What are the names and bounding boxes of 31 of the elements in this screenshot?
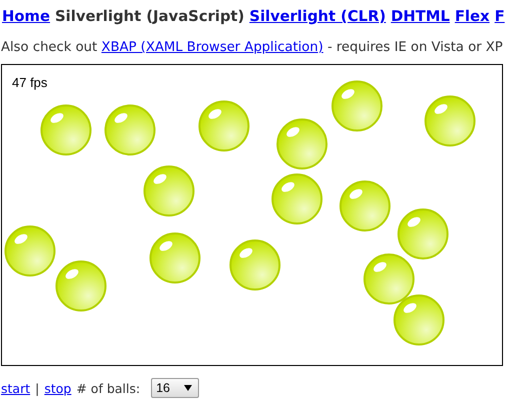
stop-link[interactable]: stop	[44, 380, 72, 396]
ball	[364, 254, 414, 304]
ball	[332, 80, 382, 132]
ball	[198, 100, 250, 152]
ball	[104, 104, 156, 156]
xbap-link[interactable]: XBAP (XAML Browser Application)	[101, 40, 324, 55]
ball	[340, 180, 390, 232]
balls-dropdown[interactable]: 16	[151, 378, 199, 398]
nav-link[interactable]: Home	[2, 8, 50, 30]
ball	[230, 240, 280, 290]
nav-link[interactable]: DHTML	[390, 8, 450, 30]
ball	[150, 232, 200, 284]
nav-link[interactable]: Silverlight (CLR)	[249, 8, 386, 30]
start-link[interactable]: start	[1, 380, 30, 396]
ball	[272, 174, 322, 224]
ball	[276, 118, 328, 170]
nav-link[interactable]: Flex	[454, 8, 490, 30]
ball	[424, 96, 476, 146]
current-page-label: Silverlight (JavaScript)	[55, 8, 244, 27]
separator: |	[35, 380, 40, 396]
ball	[144, 166, 194, 216]
ball	[394, 294, 444, 346]
fps-counter: 47 fps	[12, 75, 48, 90]
ball	[398, 208, 448, 260]
ball	[4, 226, 56, 276]
note-text: Also check out XBAP (XAML Browser Application) - requires IE on Vista or XP	[1, 40, 504, 55]
dropdown-arrow-icon	[184, 385, 192, 391]
balls-label: # of balls:	[76, 380, 140, 396]
nav-link[interactable]: F	[494, 8, 505, 30]
ball	[56, 260, 106, 312]
ball	[40, 104, 92, 156]
